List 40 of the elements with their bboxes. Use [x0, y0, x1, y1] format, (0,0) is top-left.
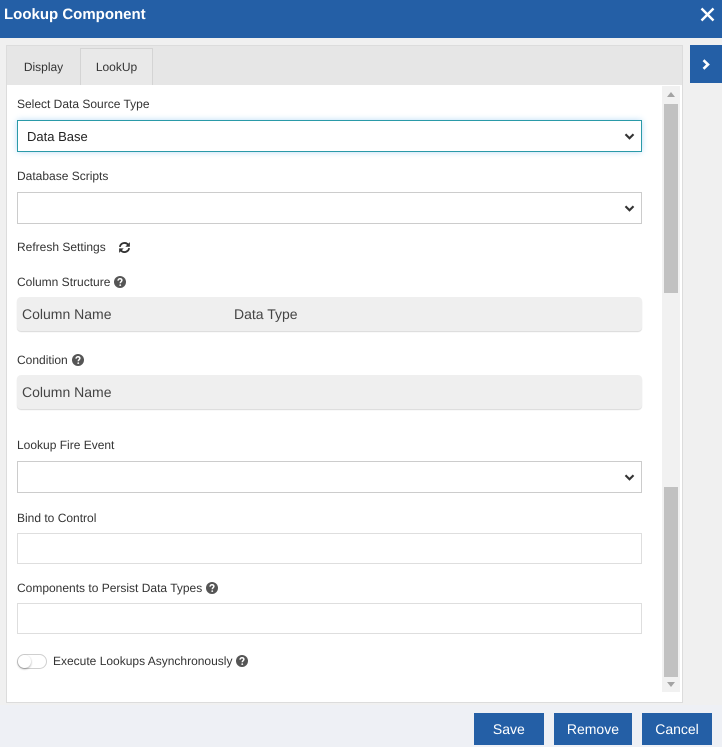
dropdown-field[interactable]: Data Base: [17, 120, 642, 152]
column-header: Data Type: [234, 306, 299, 322]
scroll-down-icon[interactable]: [667, 682, 676, 687]
action-button[interactable]: Save: [474, 713, 544, 745]
scrollbar-thumb[interactable]: [664, 104, 678, 293]
field-label: Components to Persist Data Types: [17, 580, 202, 596]
dropdown-field[interactable]: [17, 192, 642, 224]
toggle-switch[interactable]: [17, 654, 47, 668]
field-label: Column Structure: [17, 274, 110, 290]
text-field[interactable]: [17, 603, 642, 634]
chevron-right-icon: [702, 58, 710, 70]
field-label: Refresh Settings: [17, 239, 106, 255]
text-field[interactable]: [17, 533, 642, 564]
field-label: Database Scripts: [17, 168, 108, 184]
field-label: Execute Lookups Asynchronously: [53, 653, 232, 669]
tab[interactable]: Display: [7, 48, 80, 85]
scroll-up-icon[interactable]: [667, 92, 676, 97]
column-header: Column Name: [22, 306, 112, 322]
help-icon[interactable]: [236, 655, 248, 667]
chevron-down-icon: [624, 474, 636, 480]
help-icon[interactable]: [72, 354, 84, 366]
field-label: Condition: [17, 352, 68, 368]
refresh-icon[interactable]: [118, 240, 131, 254]
field-label: Bind to Control: [17, 510, 96, 526]
action-button[interactable]: Cancel: [642, 713, 712, 745]
help-icon[interactable]: [114, 276, 126, 288]
column-header: Column Name: [22, 384, 112, 400]
close-icon[interactable]: [700, 7, 715, 22]
field-label: Lookup Fire Event: [17, 437, 114, 453]
help-icon[interactable]: [206, 582, 218, 594]
chevron-down-icon: [624, 204, 636, 212]
scrollbar-thumb[interactable]: [664, 487, 678, 677]
expand-button[interactable]: [690, 45, 722, 83]
scrollbar[interactable]: [662, 86, 680, 692]
dropdown-field[interactable]: [17, 461, 642, 493]
action-button[interactable]: Remove: [554, 713, 632, 745]
field-label: Select Data Source Type: [17, 96, 150, 112]
chevron-down-icon: [624, 132, 636, 140]
tab[interactable]: LookUp: [80, 48, 153, 85]
window-title: Lookup Component: [4, 6, 146, 23]
